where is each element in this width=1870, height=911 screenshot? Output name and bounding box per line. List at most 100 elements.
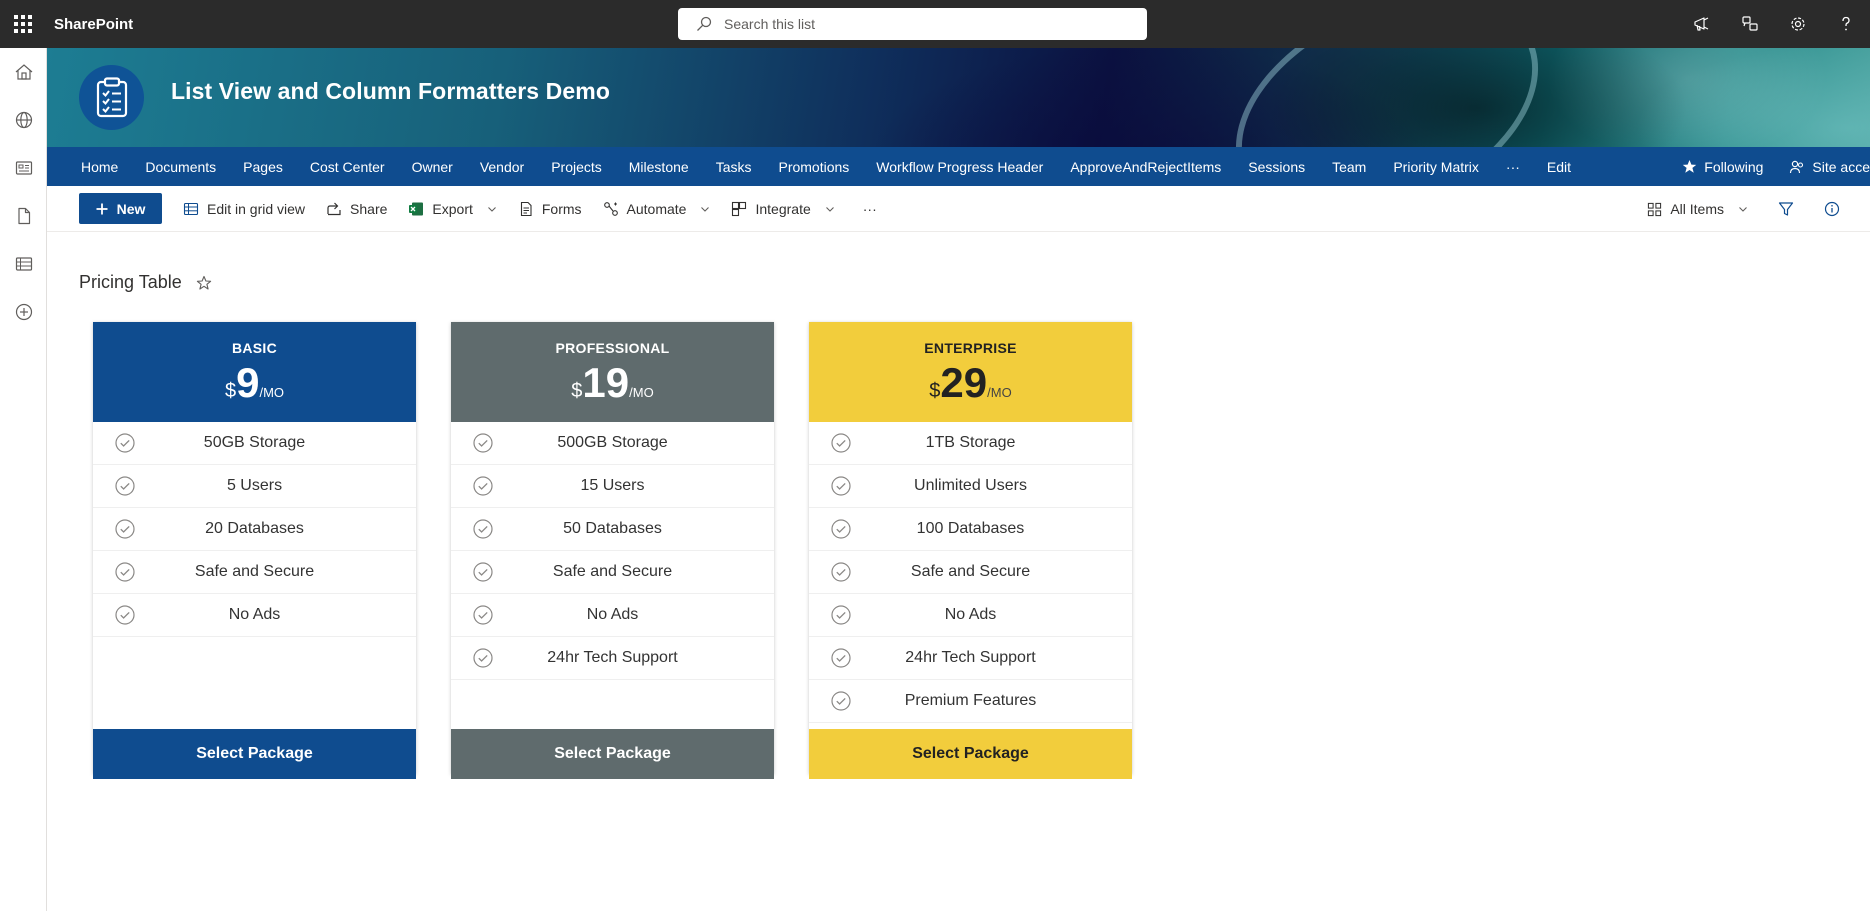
nav-item-owner[interactable]: Owner xyxy=(398,159,466,175)
gear-icon[interactable] xyxy=(1774,0,1822,48)
site-navigation: Home Documents Pages Cost Center Owner V… xyxy=(47,147,1870,186)
nav-item-team[interactable]: Team xyxy=(1319,159,1380,175)
nav-item-priority-matrix[interactable]: Priority Matrix xyxy=(1380,159,1493,175)
nav-item-promotions[interactable]: Promotions xyxy=(765,159,863,175)
check-circle-icon xyxy=(831,433,851,453)
nav-item-cost-center[interactable]: Cost Center xyxy=(296,159,398,175)
files-icon[interactable] xyxy=(0,192,47,240)
nav-item-sessions[interactable]: Sessions xyxy=(1235,159,1319,175)
check-circle-icon xyxy=(831,476,851,496)
check-circle-icon xyxy=(115,476,135,496)
feature-item: 50GB Storage xyxy=(93,422,416,465)
nav-item-tasks[interactable]: Tasks xyxy=(702,159,765,175)
home-icon[interactable] xyxy=(0,48,47,96)
price-amount: 9 xyxy=(236,359,260,406)
nav-item-documents[interactable]: Documents xyxy=(132,159,230,175)
share-button[interactable]: Share xyxy=(326,201,387,217)
filter-icon xyxy=(1778,202,1794,216)
star-filled-icon xyxy=(1683,159,1697,173)
create-icon[interactable] xyxy=(0,288,47,336)
price-currency: $ xyxy=(571,380,583,402)
feature-list: 50GB Storage 5 Users 20 Databases Safe a… xyxy=(93,422,416,729)
nav-item-projects[interactable]: Projects xyxy=(538,159,616,175)
select-package-button[interactable]: Select Package xyxy=(93,729,416,779)
nav-more-button[interactable]: ··· xyxy=(1492,159,1533,175)
feature-text: 1TB Storage xyxy=(925,434,1016,451)
feature-item: 100 Databases xyxy=(809,508,1132,551)
nav-item-approve-reject-items[interactable]: ApproveAndRejectItems xyxy=(1057,159,1235,175)
clipboard-checklist-icon xyxy=(96,76,127,117)
help-icon[interactable] xyxy=(1822,0,1870,48)
filter-button[interactable] xyxy=(1778,201,1794,217)
search-input[interactable] xyxy=(724,16,1104,32)
feature-item: 1TB Storage xyxy=(809,422,1132,465)
check-circle-icon xyxy=(115,519,135,539)
feature-list: 1TB Storage Unlimited Users 100 Database… xyxy=(809,422,1132,729)
check-circle-icon xyxy=(473,605,493,625)
select-package-button[interactable]: Select Package xyxy=(451,729,774,779)
feature-text: Unlimited Users xyxy=(914,477,1027,494)
plan-price: $ 19 /MO xyxy=(451,362,774,404)
feature-text: Safe and Secure xyxy=(910,563,1031,580)
card-header: BASIC $ 9 /MO xyxy=(93,322,416,422)
brand-name[interactable]: SharePoint xyxy=(54,16,133,33)
chevron-down-icon xyxy=(825,206,834,212)
globe-icon[interactable] xyxy=(0,96,47,144)
forms-label: Forms xyxy=(541,200,582,217)
automate-label: Automate xyxy=(626,200,687,217)
feature-item: Safe and Secure xyxy=(809,551,1132,594)
feature-item: 5 Users xyxy=(93,465,416,508)
feature-item: No Ads xyxy=(451,594,774,637)
form-icon xyxy=(520,201,532,216)
integrate-button[interactable]: Integrate xyxy=(731,201,834,217)
site-access-button[interactable]: Site access xyxy=(1789,159,1870,175)
favorite-star-icon[interactable] xyxy=(196,275,212,291)
check-circle-icon xyxy=(115,562,135,582)
list-title[interactable]: Pricing Table xyxy=(79,272,182,293)
nav-edit-link[interactable]: Edit xyxy=(1533,159,1584,175)
price-amount: 19 xyxy=(582,359,630,406)
announcement-icon[interactable] xyxy=(1678,0,1726,48)
integrate-icon xyxy=(732,201,747,216)
feature-text: No Ads xyxy=(586,606,639,623)
feature-item: 500GB Storage xyxy=(451,422,774,465)
price-period: /MO xyxy=(259,385,285,400)
nav-item-milestone[interactable]: Milestone xyxy=(615,159,702,175)
feedback-icon[interactable] xyxy=(1726,0,1774,48)
info-button[interactable] xyxy=(1824,201,1840,217)
news-icon[interactable] xyxy=(0,144,47,192)
price-currency: $ xyxy=(224,380,237,402)
feature-text: Premium Features xyxy=(904,692,1037,709)
view-selector[interactable]: All Items xyxy=(1647,201,1748,217)
select-package-button[interactable]: Select Package xyxy=(809,729,1132,779)
forms-button[interactable]: Forms xyxy=(518,201,582,217)
lists-icon[interactable] xyxy=(0,240,47,288)
edit-grid-view-button[interactable]: Edit in grid view xyxy=(183,201,305,217)
nav-item-pages[interactable]: Pages xyxy=(230,159,297,175)
share-icon xyxy=(327,202,341,215)
feature-text: Safe and Secure xyxy=(194,563,315,580)
more-commands-button[interactable]: ··· xyxy=(863,201,877,217)
check-circle-icon xyxy=(831,648,851,668)
left-rail xyxy=(0,48,47,911)
automate-button[interactable]: Automate xyxy=(603,201,711,217)
feature-item: Unlimited Users xyxy=(809,465,1132,508)
export-button[interactable]: Export xyxy=(408,201,496,217)
site-title[interactable]: List View and Column Formatters Demo xyxy=(171,78,610,105)
nav-item-workflow-progress-header[interactable]: Workflow Progress Header xyxy=(863,159,1057,175)
site-logo[interactable] xyxy=(79,65,144,130)
nav-item-vendor[interactable]: Vendor xyxy=(466,159,537,175)
feature-text: Safe and Secure xyxy=(552,563,673,580)
search-box[interactable] xyxy=(678,8,1147,40)
pricing-card-enterprise: ENTERPRISE $ 29 /MO 1TB Storage Unlimite… xyxy=(809,322,1132,779)
view-grid-icon xyxy=(1648,202,1662,216)
feature-list: 500GB Storage 15 Users 50 Databases Safe… xyxy=(451,422,774,729)
plan-price: $ 29 /MO xyxy=(809,362,1132,404)
new-button[interactable]: New xyxy=(79,193,162,224)
command-bar: New Edit in grid view Share Export Forms… xyxy=(47,186,1870,232)
following-button[interactable]: Following xyxy=(1682,159,1763,175)
app-launcher-icon[interactable] xyxy=(0,0,46,48)
nav-item-home[interactable]: Home xyxy=(47,159,132,175)
feature-text: No Ads xyxy=(228,606,281,623)
feature-text: 5 Users xyxy=(226,477,283,494)
